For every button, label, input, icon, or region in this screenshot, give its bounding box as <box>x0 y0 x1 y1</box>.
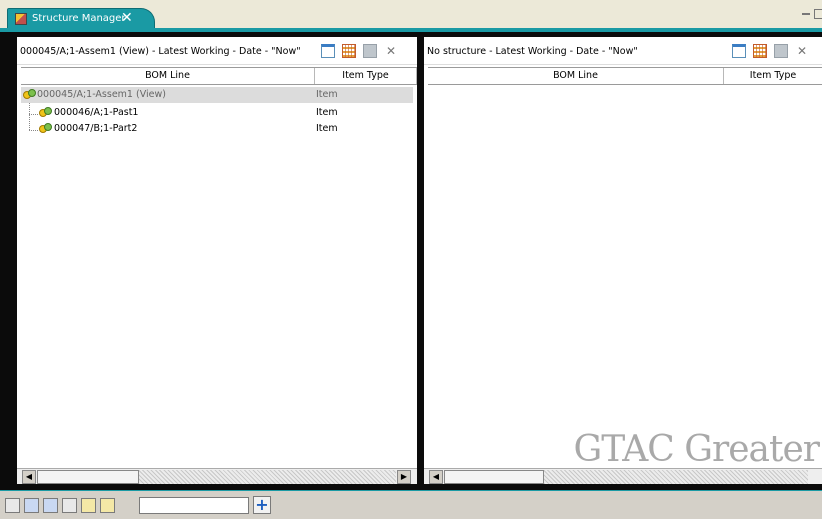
item-revision-icon <box>39 107 52 118</box>
structure-manager-body: 000045/A;1-Assem1 (View) - Latest Workin… <box>0 32 822 490</box>
tab-close-icon[interactable]: ✕ <box>121 10 133 26</box>
bom-line-label: 000045/A;1-Assem1 (View) <box>37 89 166 100</box>
save-icon[interactable] <box>774 44 788 58</box>
bom-row[interactable]: 000047/B;1-Part2 Item <box>21 121 413 137</box>
window-controls <box>800 9 822 21</box>
item-type-value: Item <box>316 107 338 118</box>
maximize-icon[interactable] <box>814 9 822 19</box>
item-revision-icon <box>23 89 36 100</box>
bom-line-label: 000047/B;1-Part2 <box>54 123 138 134</box>
tab-structure-manager[interactable]: Structure Manager ✕ <box>7 8 155 30</box>
left-column-header: BOM Line Item Type <box>21 67 417 85</box>
find-icon[interactable] <box>62 498 77 513</box>
scroll-left-icon[interactable]: ◀ <box>429 470 443 484</box>
left-bom-pane: 000045/A;1-Assem1 (View) - Latest Workin… <box>17 37 417 484</box>
scroll-thumb[interactable] <box>37 470 139 484</box>
navigate-icon[interactable] <box>24 498 39 513</box>
bom-row-root[interactable]: 000045/A;1-Assem1 (View) Item <box>21 87 413 103</box>
item-type-value: Item <box>316 89 338 100</box>
scroll-track[interactable] <box>139 470 396 484</box>
item-search-icon[interactable] <box>81 498 96 513</box>
scroll-right-icon[interactable]: ▶ <box>397 470 411 484</box>
bom-line-label: 000046/A;1-Past1 <box>54 107 139 118</box>
data-panel-icon[interactable] <box>342 44 356 58</box>
new-window-icon[interactable] <box>732 44 746 58</box>
column-item-type[interactable]: Item Type <box>724 68 822 84</box>
refresh-icon[interactable] <box>43 498 58 513</box>
right-horizontal-scrollbar[interactable]: ◀ <box>424 468 822 484</box>
bottom-toolbar: + <box>0 490 822 519</box>
right-column-header: BOM Line Item Type <box>428 67 822 85</box>
page-icon[interactable] <box>5 498 20 513</box>
tab-label: Structure Manager <box>32 13 126 24</box>
right-pane-title: No structure - Latest Working - Date - "… <box>427 46 638 57</box>
right-pane-toolbar: ✕ <box>732 44 820 58</box>
left-pane-toolbar: ✕ <box>321 44 413 58</box>
left-pane-header: 000045/A;1-Assem1 (View) - Latest Workin… <box>17 37 417 65</box>
column-item-type[interactable]: Item Type <box>315 68 417 84</box>
item-type-value: Item <box>316 123 338 134</box>
add-button[interactable]: + <box>253 496 271 514</box>
scroll-track[interactable] <box>544 470 808 484</box>
right-bom-pane: No structure - Latest Working - Date - "… <box>424 37 822 484</box>
column-bom-line[interactable]: BOM Line <box>21 68 315 84</box>
bom-row[interactable]: 000046/A;1-Past1 Item <box>21 105 413 121</box>
close-pane-icon[interactable]: ✕ <box>795 44 809 58</box>
item-revision-icon <box>39 123 52 134</box>
save-icon[interactable] <box>363 44 377 58</box>
right-pane-header: No structure - Latest Working - Date - "… <box>424 37 822 65</box>
structure-manager-icon <box>15 13 27 25</box>
close-pane-icon[interactable]: ✕ <box>384 44 398 58</box>
left-horizontal-scrollbar[interactable]: ◀ ▶ <box>17 468 417 484</box>
data-panel-icon[interactable] <box>753 44 767 58</box>
watermark: GTAC Greater <box>573 429 820 470</box>
scroll-left-icon[interactable]: ◀ <box>22 470 36 484</box>
find-input[interactable] <box>139 497 249 514</box>
minimize-icon[interactable] <box>802 13 810 15</box>
editor-tab-strip: Structure Manager ✕ <box>0 0 822 32</box>
new-window-icon[interactable] <box>321 44 335 58</box>
open-item-icon[interactable] <box>100 498 115 513</box>
column-bom-line[interactable]: BOM Line <box>428 68 724 84</box>
scroll-thumb[interactable] <box>444 470 544 484</box>
left-pane-title: 000045/A;1-Assem1 (View) - Latest Workin… <box>20 46 301 57</box>
